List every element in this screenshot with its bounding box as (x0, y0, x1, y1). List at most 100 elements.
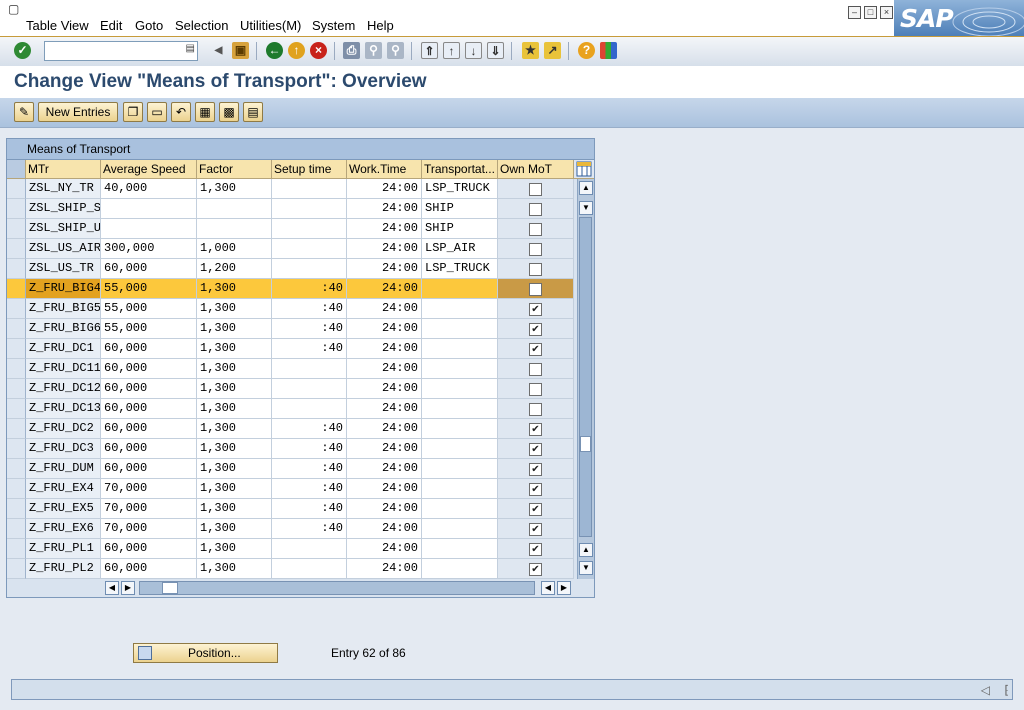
cell-mtr[interactable]: Z_FRU_PL2 (26, 559, 101, 579)
cell-mtr[interactable]: ZSL_SHIP_U (26, 219, 101, 239)
own-mot-checkbox[interactable] (529, 363, 542, 376)
cell-transportation[interactable] (422, 459, 498, 479)
cell-average-speed[interactable]: 60,000 (101, 339, 197, 359)
cell-setup-time[interactable]: :40 (272, 339, 347, 359)
row-selector[interactable] (7, 339, 26, 359)
cell-setup-time[interactable] (272, 359, 347, 379)
table-row[interactable]: Z_FRU_EX5 70,000 1,300:40 24:00 ✔ (7, 499, 577, 519)
cell-factor[interactable]: 1,300 (197, 339, 272, 359)
row-selector[interactable] (7, 359, 26, 379)
cell-factor[interactable]: 1,300 (197, 439, 272, 459)
table-row[interactable]: ZSL_US_TR 60,000 1,200 24:00 LSP_TRUCK (7, 259, 577, 279)
own-mot-checkbox[interactable]: ✔ (529, 323, 542, 336)
cell-average-speed[interactable]: 40,000 (101, 179, 197, 199)
cell-work-time[interactable]: 24:00 (347, 419, 422, 439)
cell-transportation[interactable] (422, 399, 498, 419)
own-mot-checkbox[interactable] (529, 183, 542, 196)
own-mot-checkbox[interactable] (529, 223, 542, 236)
cell-factor[interactable]: 1,300 (197, 319, 272, 339)
cell-setup-time[interactable]: :40 (272, 519, 347, 539)
cell-mtr[interactable]: Z_FRU_BIG5 (26, 299, 101, 319)
cell-transportation[interactable] (422, 419, 498, 439)
cell-mtr[interactable]: Z_FRU_EX5 (26, 499, 101, 519)
menu-goto[interactable]: Goto (135, 18, 163, 33)
own-mot-checkbox[interactable]: ✔ (529, 463, 542, 476)
cell-average-speed[interactable]: 70,000 (101, 499, 197, 519)
cell-average-speed[interactable]: 60,000 (101, 539, 197, 559)
undo-change-icon[interactable]: ↶ (171, 102, 191, 122)
cell-setup-time[interactable] (272, 219, 347, 239)
cell-transportation[interactable] (422, 499, 498, 519)
new-entries-button[interactable]: New Entries (38, 102, 118, 122)
cell-work-time[interactable]: 24:00 (347, 479, 422, 499)
cell-average-speed[interactable]: 60,000 (101, 419, 197, 439)
cell-work-time[interactable]: 24:00 (347, 299, 422, 319)
cell-mtr[interactable]: ZSL_US_AIR (26, 239, 101, 259)
cell-work-time[interactable]: 24:00 (347, 379, 422, 399)
cell-work-time[interactable]: 24:00 (347, 339, 422, 359)
scroll-up-icon[interactable]: ▲ (579, 181, 593, 195)
menu-utilities[interactable]: Utilities(M) (240, 18, 301, 33)
horizontal-scroll-thumb[interactable] (162, 582, 178, 594)
cell-mtr[interactable]: Z_FRU_DC1 (26, 339, 101, 359)
exit-icon[interactable]: ↑ (288, 42, 305, 59)
cell-setup-time[interactable] (272, 379, 347, 399)
scroll-page-up-icon[interactable]: ▲ (579, 543, 593, 557)
cell-factor[interactable]: 1,300 (197, 539, 272, 559)
cell-mtr[interactable]: Z_FRU_DC12 (26, 379, 101, 399)
table-row[interactable]: Z_FRU_PL2 60,000 1,300 24:00 ✔ (7, 559, 577, 579)
menu-help[interactable]: Help (367, 18, 394, 33)
cell-mtr[interactable]: Z_FRU_BIG4 (26, 279, 101, 299)
cell-mtr[interactable]: Z_FRU_EX6 (26, 519, 101, 539)
cell-mtr[interactable]: Z_FRU_DC13 (26, 399, 101, 419)
cell-mtr[interactable]: Z_FRU_BIG6 (26, 319, 101, 339)
enter-icon[interactable]: ✓ (14, 42, 31, 59)
cell-setup-time[interactable] (272, 179, 347, 199)
cell-average-speed[interactable]: 70,000 (101, 479, 197, 499)
cell-factor[interactable]: 1,300 (197, 279, 272, 299)
table-row[interactable]: Z_FRU_DC13 60,000 1,300 24:00 (7, 399, 577, 419)
find-icon[interactable]: ⚲ (365, 42, 382, 59)
command-field[interactable]: ▤ (44, 41, 198, 61)
row-selector[interactable] (7, 419, 26, 439)
table-row[interactable]: Z_FRU_BIG4 55,000 1,300:40 24:00 (7, 279, 577, 299)
cell-work-time[interactable]: 24:00 (347, 499, 422, 519)
scroll-left-icon[interactable]: ◀ (105, 581, 119, 595)
cell-mtr[interactable]: Z_FRU_DC3 (26, 439, 101, 459)
own-mot-checkbox[interactable] (529, 203, 542, 216)
cell-average-speed[interactable] (101, 219, 197, 239)
create-session-icon[interactable]: ★ (522, 42, 539, 59)
cell-transportation[interactable] (422, 279, 498, 299)
cell-setup-time[interactable] (272, 199, 347, 219)
row-selector[interactable] (7, 199, 26, 219)
cell-transportation[interactable]: SHIP (422, 219, 498, 239)
row-selector[interactable] (7, 479, 26, 499)
table-row[interactable]: Z_FRU_EX4 70,000 1,300:40 24:00 ✔ (7, 479, 577, 499)
cell-transportation[interactable]: SHIP (422, 199, 498, 219)
previous-page-icon[interactable]: ↑ (443, 42, 460, 59)
cell-work-time[interactable]: 24:00 (347, 459, 422, 479)
cell-work-time[interactable]: 24:00 (347, 219, 422, 239)
row-selector[interactable] (7, 179, 26, 199)
own-mot-checkbox[interactable] (529, 403, 542, 416)
copy-as-icon[interactable]: ❐ (123, 102, 143, 122)
cell-average-speed[interactable]: 60,000 (101, 439, 197, 459)
table-row[interactable]: Z_FRU_PL1 60,000 1,300 24:00 ✔ (7, 539, 577, 559)
cell-work-time[interactable]: 24:00 (347, 519, 422, 539)
row-selector[interactable] (7, 539, 26, 559)
own-mot-checkbox[interactable]: ✔ (529, 563, 542, 576)
cell-transportation[interactable] (422, 479, 498, 499)
table-row[interactable]: ZSL_SHIP_S 24:00 SHIP (7, 199, 577, 219)
row-selector[interactable] (7, 219, 26, 239)
own-mot-checkbox[interactable] (529, 263, 542, 276)
cell-mtr[interactable]: ZSL_US_TR (26, 259, 101, 279)
cell-setup-time[interactable]: :40 (272, 299, 347, 319)
own-mot-checkbox[interactable]: ✔ (529, 483, 542, 496)
column-header-transportation[interactable]: Transportat... (422, 160, 498, 179)
cell-transportation[interactable] (422, 439, 498, 459)
table-row[interactable]: Z_FRU_DC2 60,000 1,300:40 24:00 ✔ (7, 419, 577, 439)
own-mot-checkbox[interactable]: ✔ (529, 303, 542, 316)
cell-transportation[interactable] (422, 519, 498, 539)
cell-factor[interactable]: 1,300 (197, 419, 272, 439)
cell-factor[interactable]: 1,200 (197, 259, 272, 279)
